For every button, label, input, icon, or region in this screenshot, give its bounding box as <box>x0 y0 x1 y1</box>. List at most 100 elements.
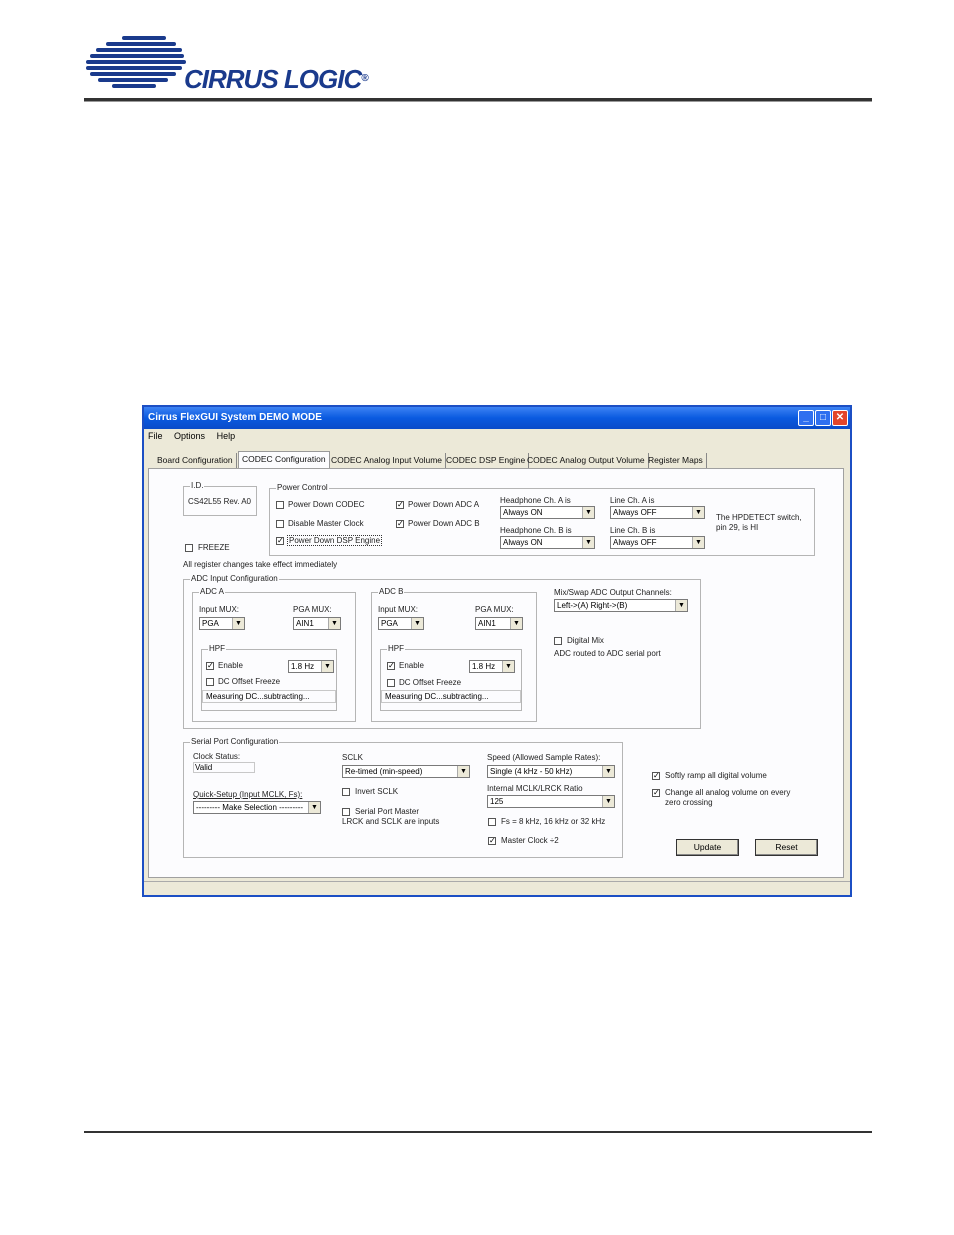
mix-swap-label: Mix/Swap ADC Output Channels: <box>554 588 672 597</box>
adc-b-pga-mux-label: PGA MUX: <box>475 605 514 614</box>
adc-a-input-mux-label: Input MUX: <box>199 605 240 614</box>
zero-cross-checkbox[interactable]: ✓ <box>652 789 660 797</box>
tab-codec-configuration[interactable]: CODEC Configuration <box>238 451 330 469</box>
chevron-down-icon: ▼ <box>602 796 614 807</box>
hp-a-label: Headphone Ch. A is <box>500 496 571 505</box>
adc-a-status: Measuring DC...subtracting... <box>202 690 336 703</box>
soft-ramp-checkbox[interactable]: ✓ <box>652 772 660 780</box>
tab-codec-dsp-engine[interactable]: CODEC DSP Engine <box>443 453 530 468</box>
adc-b-status: Measuring DC...subtracting... <box>381 690 521 703</box>
invert-sclk-checkbox[interactable] <box>342 788 350 796</box>
tab-register-maps[interactable]: Register Maps <box>645 453 707 468</box>
tab-codec-analog-input-volume[interactable]: CODEC Analog Input Volume <box>328 453 447 468</box>
digital-mix-checkbox[interactable] <box>554 637 562 645</box>
serial-port-master-checkbox[interactable] <box>342 808 350 816</box>
menu-help[interactable]: Help <box>217 431 236 441</box>
chevron-down-icon: ▼ <box>308 802 320 813</box>
mix-swap-value: Left->(A) Right->(B) <box>557 601 628 610</box>
freeze-checkbox[interactable] <box>185 544 193 552</box>
chevron-down-icon: ▼ <box>321 661 333 672</box>
adc-b-pga-mux-value: AIN1 <box>478 619 496 628</box>
adc-b-pga-mux-select[interactable]: AIN1 ▼ <box>475 617 523 630</box>
hp-b-value: Always ON <box>503 538 543 547</box>
hp-b-select[interactable]: Always ON ▼ <box>500 536 595 549</box>
adc-a-input-mux-value: PGA <box>202 619 219 628</box>
chevron-down-icon: ▼ <box>692 507 704 518</box>
zero-cross-label: Change all analog volume on every zero c… <box>665 788 791 807</box>
power-down-adc-b-label: Power Down ADC B <box>408 519 480 528</box>
chevron-down-icon: ▼ <box>675 600 687 611</box>
adc-b-hpf-freq-select[interactable]: 1.8 Hz ▼ <box>469 660 515 673</box>
close-button[interactable]: ✕ <box>832 410 848 426</box>
fs-checkbox[interactable] <box>488 818 496 826</box>
adc-a-input-mux-select[interactable]: PGA ▼ <box>199 617 245 630</box>
mix-swap-select[interactable]: Left->(A) Right->(B) ▼ <box>554 599 688 612</box>
adc-a-group: ADC A Input MUX: PGA ▼ PGA MUX: AIN1 ▼ HPF… <box>192 587 356 722</box>
adc-b-input-mux-value: PGA <box>381 619 398 628</box>
menu-file[interactable]: File <box>148 431 163 441</box>
serial-port-master-note: LRCK and SCLK are inputs <box>342 817 440 826</box>
adc-a-dc-freeze-checkbox[interactable] <box>206 678 214 686</box>
reset-button[interactable]: Reset <box>755 839 818 856</box>
id-group-title: I.D. <box>190 481 205 490</box>
mclk-ratio-select[interactable]: 125 ▼ <box>487 795 615 808</box>
master-clock-div2-checkbox[interactable]: ✓ <box>488 837 496 845</box>
adc-b-title: ADC B <box>378 587 405 596</box>
adc-a-title: ADC A <box>199 587 226 596</box>
chevron-down-icon: ▼ <box>411 618 423 629</box>
hp-a-select[interactable]: Always ON ▼ <box>500 506 595 519</box>
power-down-dsp-engine-checkbox[interactable]: ✓ <box>276 537 284 545</box>
line-a-label: Line Ch. A is <box>610 496 655 505</box>
power-down-adc-a-checkbox[interactable]: ✓ <box>396 501 404 509</box>
adc-b-hpf-freq-value: 1.8 Hz <box>472 662 496 671</box>
power-control-group: Power Control Power Down CODEC Disable M… <box>269 483 815 556</box>
hp-b-label: Headphone Ch. B is <box>500 526 572 535</box>
line-a-select[interactable]: Always OFF ▼ <box>610 506 705 519</box>
cirrus-logic-logo-icon <box>86 36 186 88</box>
adc-b-input-mux-select[interactable]: PGA ▼ <box>378 617 424 630</box>
minimize-button[interactable]: _ <box>798 410 814 426</box>
line-a-value: Always OFF <box>613 508 657 517</box>
speed-select[interactable]: Single (4 kHz - 50 kHz) ▼ <box>487 765 615 778</box>
adc-a-hpf-group: HPF ✓ Enable 1.8 Hz ▼ DC Offset Freeze Me… <box>201 644 337 711</box>
adc-a-hpf-enable-checkbox[interactable]: ✓ <box>206 662 214 670</box>
chevron-down-icon: ▼ <box>232 618 244 629</box>
disable-master-clock-checkbox[interactable] <box>276 520 284 528</box>
adc-b-hpf-title: HPF <box>387 644 405 653</box>
menu-options[interactable]: Options <box>174 431 205 441</box>
serial-port-config-title: Serial Port Configuration <box>190 737 280 746</box>
footer-rule <box>84 1131 872 1133</box>
power-down-codec-checkbox[interactable] <box>276 501 284 509</box>
adc-a-pga-mux-select[interactable]: AIN1 ▼ <box>293 617 341 630</box>
line-b-select[interactable]: Always OFF ▼ <box>610 536 705 549</box>
adc-b-hpf-enable-checkbox[interactable]: ✓ <box>387 662 395 670</box>
chevron-down-icon: ▼ <box>692 537 704 548</box>
chevron-down-icon: ▼ <box>457 766 469 777</box>
maximize-button[interactable]: □ <box>815 410 831 426</box>
title-bar: Cirrus FlexGUI System DEMO MODE <box>144 407 850 429</box>
adc-b-group: ADC B Input MUX: PGA ▼ PGA MUX: AIN1 ▼ HPF… <box>371 587 537 722</box>
digital-mix-label: Digital Mix <box>567 636 604 645</box>
adc-a-hpf-enable-label: Enable <box>218 661 243 670</box>
quick-setup-select[interactable]: --------- Make Selection --------- ▼ <box>193 801 321 814</box>
tab-board-configuration[interactable]: Board Configuration <box>154 453 237 468</box>
adc-a-hpf-title: HPF <box>208 644 226 653</box>
update-button[interactable]: Update <box>676 839 739 856</box>
adc-a-pga-mux-label: PGA MUX: <box>293 605 332 614</box>
adc-input-config-title: ADC Input Configuration <box>190 574 279 583</box>
adc-a-hpf-freq-select[interactable]: 1.8 Hz ▼ <box>288 660 334 673</box>
mclk-ratio-value: 125 <box>490 797 504 806</box>
adc-input-config-group: ADC Input Configuration ADC A Input MUX:… <box>183 574 701 729</box>
tab-codec-analog-output-volume[interactable]: CODEC Analog Output Volume <box>524 453 649 468</box>
adc-b-dc-freeze-label: DC Offset Freeze <box>399 678 462 687</box>
codec-configuration-panel: I.D. CS42L55 Rev. A0 FREEZE All register… <box>148 468 844 878</box>
sclk-select[interactable]: Re-timed (min-speed) ▼ <box>342 765 470 778</box>
header-rule <box>84 98 872 102</box>
line-b-value: Always OFF <box>613 538 657 547</box>
adc-b-dc-freeze-checkbox[interactable] <box>387 679 395 687</box>
brand-wordmark: CIRRUS LOGIC® <box>184 64 369 94</box>
hp-a-value: Always ON <box>503 508 543 517</box>
chevron-down-icon: ▼ <box>502 661 514 672</box>
power-down-adc-b-checkbox[interactable]: ✓ <box>396 520 404 528</box>
fs-label: Fs = 8 kHz, 16 kHz or 32 kHz <box>501 817 606 826</box>
